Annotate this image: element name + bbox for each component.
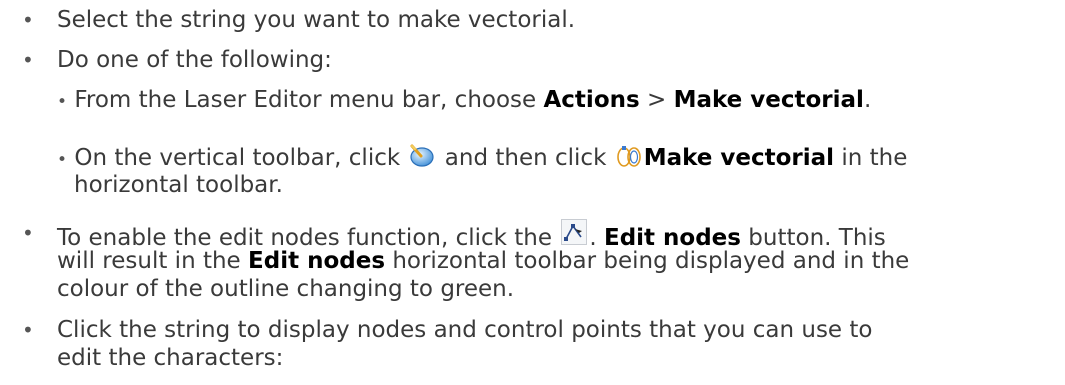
list-item: Select the string you want to make vecto…: [57, 6, 575, 34]
sub-list-item-continuation: horizontal toolbar.: [74, 172, 283, 198]
vectorize-tool-icon: [410, 144, 435, 167]
make-vectorial-icon: [616, 146, 641, 167]
list-item: Do one of the following:: [57, 46, 332, 74]
edit-nodes-icon: [561, 219, 588, 245]
edit-nodes-label: Edit nodes: [248, 248, 386, 274]
list-item-continuation: edit the characters:: [57, 345, 284, 371]
bullet: •: [22, 48, 34, 72]
bullet: •: [22, 8, 34, 32]
sub-list-item: • From the Laser Editor menu bar, choose…: [57, 87, 872, 113]
item-text: Do one of the following:: [57, 47, 332, 73]
sub-bullet: •: [57, 150, 68, 170]
sub-list-item: • On the vertical toolbar, click and the…: [57, 144, 908, 171]
list-item-continuation: will result in the Edit nodes horizontal…: [57, 248, 910, 274]
list-item-continuation: colour of the outline changing to green.: [57, 276, 515, 302]
sub-bullet: •: [57, 92, 68, 112]
sub-item-text: From the Laser Editor menu bar, choose: [74, 87, 544, 113]
bullet: •: [22, 318, 34, 342]
sub-item-text: On the vertical toolbar, click: [74, 145, 408, 171]
item-text: Select the string you want to make vecto…: [57, 7, 576, 33]
make-vectorial-label: Make vectorial: [643, 145, 835, 171]
list-item: Click the string to display nodes and co…: [57, 317, 873, 343]
menu-actions-label: Actions: [543, 87, 640, 113]
menu-separator: >: [639, 87, 674, 113]
menu-make-vectorial-label: Make vectorial: [673, 87, 864, 113]
bullet: •: [22, 221, 34, 245]
